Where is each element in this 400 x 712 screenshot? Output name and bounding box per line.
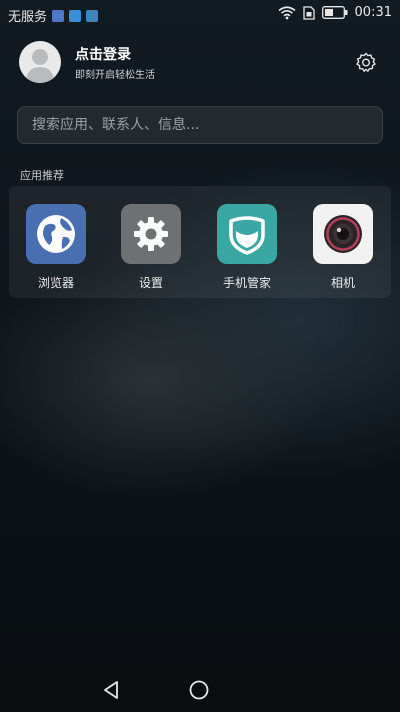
navigation-bar bbox=[0, 665, 400, 712]
camera-lens-icon bbox=[313, 204, 373, 264]
shield-icon bbox=[229, 216, 265, 255]
settings-button[interactable] bbox=[354, 51, 378, 75]
app-label: 浏览器 bbox=[37, 276, 74, 290]
app-browser[interactable]: 浏览器 bbox=[16, 204, 96, 294]
status-bar-right: 00:31 bbox=[278, 5, 392, 20]
home-icon[interactable] bbox=[188, 679, 210, 701]
clock: 00:31 bbox=[354, 5, 392, 20]
search-input[interactable] bbox=[32, 107, 372, 143]
wifi-icon bbox=[278, 5, 296, 19]
gear-icon bbox=[134, 217, 168, 251]
phone-manager-shield-icon bbox=[217, 204, 277, 264]
lens-icon bbox=[324, 215, 362, 253]
app-label: 手机管家 bbox=[222, 276, 271, 290]
app-label: 相机 bbox=[330, 276, 355, 290]
app-label: 设置 bbox=[138, 276, 163, 290]
browser-app-icon bbox=[69, 9, 82, 22]
settings-gear-icon bbox=[121, 204, 181, 264]
app-camera[interactable]: 相机 bbox=[303, 204, 383, 294]
assistant-app-icon bbox=[86, 9, 99, 22]
user-silhouette-icon bbox=[25, 49, 55, 83]
app-phone-manager[interactable]: 手机管家 bbox=[207, 204, 287, 294]
gear-icon bbox=[356, 52, 376, 72]
login-subtitle: 即刻开启轻松生活 bbox=[75, 70, 155, 81]
battery-icon bbox=[321, 6, 348, 19]
login-title[interactable]: 点击登录 bbox=[75, 44, 131, 64]
globe-icon bbox=[37, 215, 75, 253]
carrier-label: 无服务 bbox=[8, 10, 48, 25]
recommended-apps-panel: 浏览器 设置 手机管家 相机 bbox=[9, 186, 391, 298]
message-app-icon bbox=[52, 9, 65, 22]
back-icon[interactable] bbox=[100, 679, 122, 701]
section-label-recommended: 应用推荐 bbox=[20, 169, 64, 182]
app-settings[interactable]: 设置 bbox=[111, 204, 191, 294]
status-bar-left: 无服务 bbox=[8, 6, 99, 25]
status-bar: 无服务 00:31 bbox=[0, 0, 400, 28]
browser-globe-icon bbox=[26, 204, 86, 264]
avatar[interactable] bbox=[19, 41, 61, 83]
sim-icon bbox=[302, 5, 315, 20]
search-box[interactable] bbox=[17, 106, 383, 144]
